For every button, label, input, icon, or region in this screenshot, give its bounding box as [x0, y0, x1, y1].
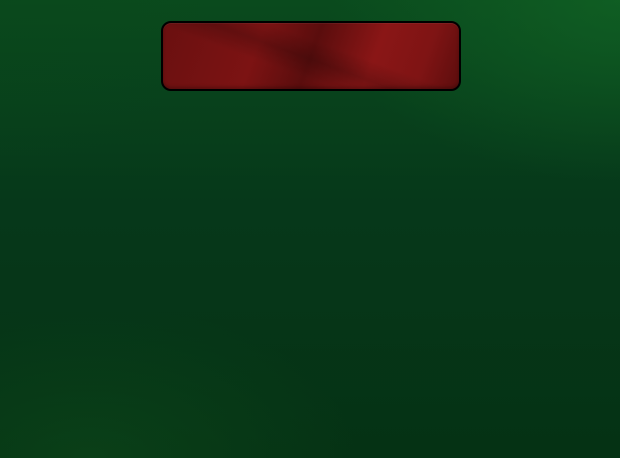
banner-sheen [163, 23, 459, 89]
banner-button[interactable] [161, 21, 461, 91]
